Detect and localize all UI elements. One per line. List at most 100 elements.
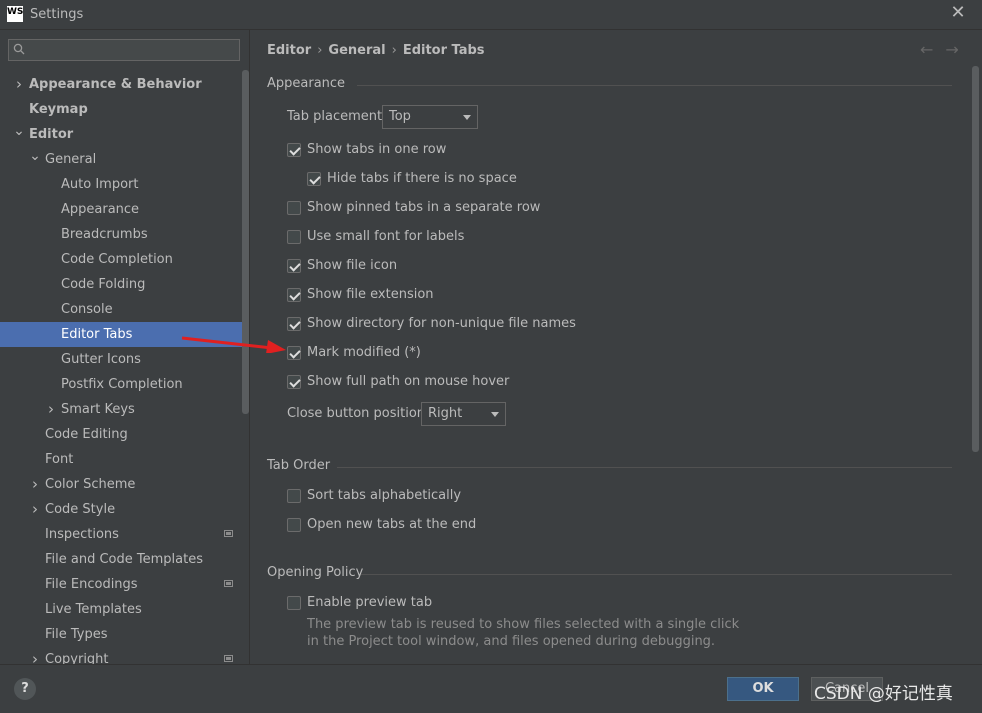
checkbox-label: Enable preview tab — [307, 595, 433, 610]
close-icon[interactable]: ✕ — [948, 3, 968, 23]
tab-placement-row: Tab placement: Top — [287, 105, 478, 129]
sidebar-item[interactable]: ⌄ Editor — [0, 122, 249, 147]
checkbox-label: Mark modified (*) — [307, 345, 421, 360]
sidebar-item-label: Appearance & Behavior — [29, 77, 202, 92]
section-divider — [337, 467, 952, 468]
settings-content: Editor › General › Editor Tabs ← → Appearance… — [250, 30, 982, 664]
preview-tab-description: The preview tab is reused to show files … — [307, 616, 739, 650]
sidebar-item-label: Code Completion — [61, 252, 173, 267]
title-bar: WS Settings ✕ — [0, 0, 982, 30]
tab-placement-dropdown[interactable]: Top — [382, 105, 478, 129]
sidebar-item-label: Code Editing — [45, 427, 128, 442]
checkbox-label: Show full path on mouse hover — [307, 374, 510, 389]
checkbox-label: Show file icon — [307, 258, 398, 273]
breadcrumb-general[interactable]: General — [328, 43, 385, 58]
window-title: Settings — [30, 7, 84, 22]
sidebar-item[interactable]: › Appearance & Behavior — [0, 72, 249, 97]
sidebar-item-label: Copyright — [45, 652, 109, 664]
sidebar-item[interactable]: › Code Style — [0, 497, 249, 522]
history-navigation: ← → — [920, 40, 971, 59]
sidebar-item[interactable]: Console — [0, 297, 249, 322]
sidebar-item-label: Smart Keys — [61, 402, 135, 417]
checkbox-checked[interactable] — [287, 375, 301, 389]
sidebar-item[interactable]: Code Completion — [0, 247, 249, 272]
tab-order-section-title: Tab Order — [267, 458, 331, 473]
breadcrumb-separator: › — [391, 43, 397, 58]
chevron-right-icon[interactable]: › — [45, 397, 57, 422]
opening-policy-section-title: Opening Policy — [267, 565, 364, 580]
checkbox-checked[interactable] — [307, 172, 321, 186]
forward-arrow-icon[interactable]: → — [945, 40, 958, 59]
checkbox-label: Show pinned tabs in a separate row — [307, 200, 541, 215]
tab-placement-value: Top — [389, 109, 411, 124]
chevron-down-icon[interactable]: ⌄ — [13, 122, 25, 147]
preview-tab-description-line: in the Project tool window, and files op… — [307, 634, 716, 649]
project-scope-icon — [224, 580, 233, 587]
close-button-position-dropdown[interactable]: Right — [421, 402, 506, 426]
chevron-down-icon[interactable]: ⌄ — [29, 147, 41, 172]
sidebar-item-label: Color Scheme — [45, 477, 136, 492]
sidebar-item-label: Editor — [29, 127, 74, 142]
sidebar-item[interactable]: Postfix Completion — [0, 372, 249, 397]
content-scrollbar[interactable] — [972, 66, 979, 452]
chevron-down-icon — [491, 412, 499, 417]
checkbox-unchecked[interactable] — [287, 489, 301, 503]
chevron-right-icon[interactable]: › — [29, 497, 41, 522]
sidebar-item[interactable]: File Types — [0, 622, 249, 647]
sidebar-item[interactable]: Font — [0, 447, 249, 472]
sidebar-item[interactable]: Breadcrumbs — [0, 222, 249, 247]
sidebar-item[interactable]: Keymap — [0, 97, 249, 122]
sidebar-item[interactable]: › Color Scheme — [0, 472, 249, 497]
sidebar-item[interactable]: Code Editing — [0, 422, 249, 447]
webstorm-app-icon: WS — [7, 6, 23, 22]
checkbox-checked[interactable] — [287, 288, 301, 302]
checkbox-checked[interactable] — [287, 259, 301, 273]
checkbox-label: Show directory for non-unique file names — [307, 316, 576, 331]
sidebar-item[interactable]: Appearance — [0, 197, 249, 222]
sidebar-item-label: Postfix Completion — [61, 377, 183, 392]
chevron-right-icon[interactable]: › — [29, 647, 41, 664]
breadcrumb-editor-tabs: Editor Tabs — [402, 43, 485, 58]
sidebar-item-label: General — [45, 152, 97, 167]
checkbox-label: Open new tabs at the end — [307, 517, 477, 532]
project-scope-icon — [224, 655, 233, 662]
checkbox-unchecked[interactable] — [287, 596, 301, 610]
sidebar-item-label: Keymap — [29, 102, 88, 117]
sidebar-item-label: Appearance — [61, 202, 140, 217]
sidebar-item-label: Console — [61, 302, 113, 317]
checkbox-label: Sort tabs alphabetically — [307, 488, 462, 503]
sidebar-item[interactable]: Auto Import — [0, 172, 249, 197]
ok-button[interactable]: OK — [727, 677, 799, 701]
watermark: CSDN @好记性真 — [814, 684, 953, 704]
sidebar-item[interactable]: Live Templates — [0, 597, 249, 622]
sidebar-item-label: Inspections — [45, 527, 119, 542]
checkbox-checked[interactable] — [287, 143, 301, 157]
sidebar-item[interactable]: Inspections — [0, 522, 249, 547]
help-button[interactable]: ? — [14, 678, 36, 700]
checkbox-unchecked[interactable] — [287, 230, 301, 244]
sidebar-item-label: Gutter Icons — [61, 352, 141, 367]
sidebar-scrollbar[interactable] — [242, 70, 249, 414]
sidebar-item-label: File Encodings — [45, 577, 138, 592]
sidebar-item[interactable]: ⌄ General — [0, 147, 249, 172]
breadcrumb-editor[interactable]: Editor — [267, 43, 311, 58]
chevron-right-icon[interactable]: › — [29, 472, 41, 497]
section-divider — [357, 85, 952, 86]
chevron-right-icon[interactable]: › — [13, 72, 25, 97]
sidebar-item[interactable]: › Copyright — [0, 647, 249, 664]
search-input[interactable] — [8, 39, 240, 61]
sidebar-item[interactable]: › Smart Keys — [0, 397, 249, 422]
checkbox-checked[interactable] — [287, 317, 301, 331]
close-button-position-label: Close button position: — [287, 406, 430, 421]
appearance-section-title: Appearance — [267, 76, 346, 91]
checkbox-unchecked[interactable] — [287, 201, 301, 215]
sidebar-item-label: Code Folding — [61, 277, 146, 292]
sidebar-item[interactable]: File and Code Templates — [0, 547, 249, 572]
back-arrow-icon[interactable]: ← — [920, 40, 933, 59]
checkbox-unchecked[interactable] — [287, 518, 301, 532]
settings-tree: › Appearance & Behavior Keymap ⌄ Editor ⌄ Gene… — [0, 72, 249, 664]
sidebar-item[interactable]: File Encodings — [0, 572, 249, 597]
preview-tab-description-line: The preview tab is reused to show files … — [307, 617, 740, 632]
close-button-position-value: Right — [428, 406, 463, 421]
sidebar-item[interactable]: Code Folding — [0, 272, 249, 297]
